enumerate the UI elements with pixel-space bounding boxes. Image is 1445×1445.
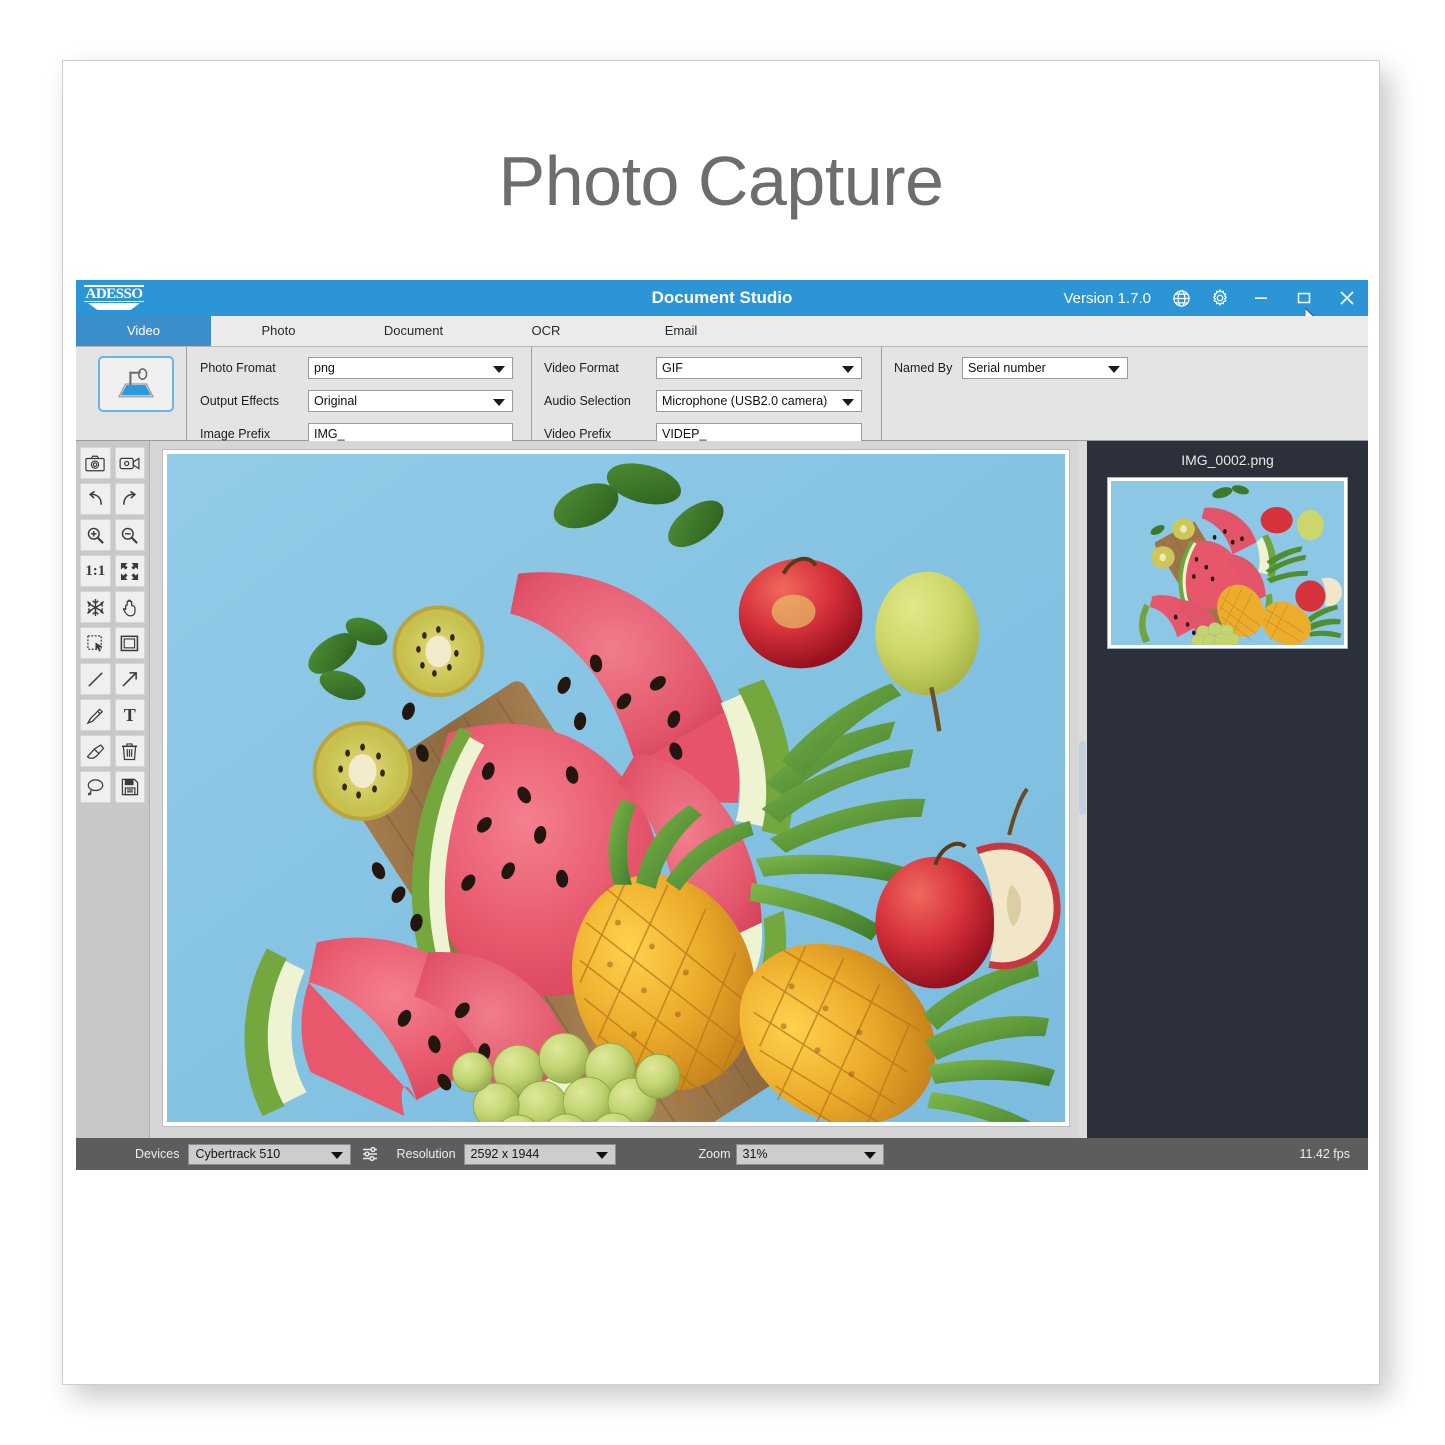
chevron-down-icon: [595, 1151, 608, 1159]
audio-selection-value: Microphone (USB2.0 camera): [662, 394, 828, 408]
eraser-tool-icon[interactable]: [80, 735, 111, 767]
maximize-icon[interactable]: [1291, 285, 1317, 311]
resolution-select[interactable]: 2592 x 1944: [463, 1143, 616, 1165]
captured-files-panel: IMG_0002.png: [1087, 441, 1368, 1138]
audio-selection-select[interactable]: Microphone (USB2.0 camera): [656, 390, 862, 412]
gear-icon[interactable]: [1209, 287, 1231, 309]
status-bar: Devices Cybertrack 510 Resolution 2592 x…: [76, 1138, 1368, 1170]
capture-settings-panel: Photo Fromat png Output Effects Original…: [76, 347, 1369, 445]
page-title: Photo Capture: [498, 142, 944, 220]
close-icon[interactable]: [1334, 285, 1360, 311]
workspace: 1:1 T IMG_0002.png: [76, 441, 1368, 1138]
named-by-select[interactable]: Serial number: [962, 357, 1128, 379]
output-effects-label: Output Effects: [200, 394, 279, 408]
capture-photo-icon[interactable]: [80, 447, 111, 479]
redo-icon[interactable]: [114, 483, 145, 515]
pan-hand-icon[interactable]: [114, 591, 145, 623]
globe-icon[interactable]: [1170, 287, 1192, 309]
document-studio-window: ADESSO Document Studio Version 1.7.0 Vid…: [76, 280, 1369, 1170]
video-format-select[interactable]: GIF: [656, 357, 862, 379]
named-by-value: Serial number: [968, 361, 1046, 375]
line-tool-icon[interactable]: [80, 663, 111, 695]
device-value: Cybertrack 510: [195, 1147, 281, 1161]
sliders-icon[interactable]: [361, 1145, 379, 1163]
text-tool-icon[interactable]: T: [114, 699, 145, 731]
editing-toolbar: 1:1 T: [76, 441, 150, 1138]
zoom-select[interactable]: 31%: [735, 1143, 884, 1165]
tab-document[interactable]: Document: [346, 316, 481, 346]
tab-video[interactable]: Video: [76, 316, 211, 346]
camera-preview-image[interactable]: [167, 454, 1065, 1122]
save-icon[interactable]: [114, 771, 145, 803]
actual-size-label: 1:1: [85, 562, 106, 579]
chevron-down-icon: [842, 366, 854, 373]
photo-format-select[interactable]: png: [308, 357, 513, 379]
main-tabstrip: Video Photo Document OCR Email: [76, 316, 1368, 347]
chevron-down-icon: [493, 399, 505, 406]
video-format-value: GIF: [662, 361, 683, 375]
thumbnail-filename: IMG_0002.png: [1181, 452, 1274, 468]
photo-settings-group: Photo Fromat png Output Effects Original…: [186, 347, 532, 445]
video-format-label: Video Format: [544, 361, 619, 375]
thumbnail-item[interactable]: [1107, 477, 1348, 649]
zoom-value: 31%: [742, 1147, 768, 1161]
record-video-icon[interactable]: [114, 447, 145, 479]
zoom-in-icon[interactable]: [80, 519, 111, 551]
live-preview-area: [150, 441, 1087, 1138]
tab-ocr[interactable]: OCR: [481, 316, 611, 346]
device-select[interactable]: Cybertrack 510: [188, 1143, 352, 1165]
titlebar-controls: Version 1.7.0: [1063, 280, 1360, 316]
named-by-label: Named By: [894, 361, 953, 375]
chevron-down-icon: [331, 1151, 344, 1159]
delete-icon[interactable]: [114, 735, 145, 767]
undo-icon[interactable]: [80, 483, 111, 515]
actual-size-icon[interactable]: 1:1: [80, 555, 111, 587]
preview-vertical-scrollbar[interactable]: [1078, 441, 1087, 1138]
naming-settings-group: Named By Serial number: [881, 347, 1369, 440]
fit-screen-icon[interactable]: [114, 555, 145, 587]
resolution-value: 2592 x 1944: [470, 1147, 540, 1161]
photo-format-label: Photo Fromat: [200, 361, 276, 375]
freeze-icon[interactable]: [80, 591, 111, 623]
resolution-label: Resolution: [396, 1147, 456, 1161]
video-prefix-label: Video Prefix: [544, 427, 612, 441]
chevron-down-icon: [863, 1151, 876, 1159]
minimize-icon[interactable]: [1248, 285, 1274, 311]
photo-format-value: png: [314, 361, 335, 375]
text-tool-label: T: [123, 704, 136, 725]
video-settings-group: Video Format GIF Audio Selection Microph…: [531, 347, 882, 445]
fps-readout: 11.42 fps: [1299, 1147, 1350, 1161]
chevron-down-icon: [1108, 366, 1120, 373]
chevron-down-icon: [493, 366, 505, 373]
devices-label: Devices: [135, 1147, 180, 1161]
document-page: Photo Capture ADESSO Document Studio Ver…: [62, 60, 1380, 1385]
window-titlebar: ADESSO Document Studio Version 1.7.0: [76, 280, 1368, 329]
scrollbar-thumb[interactable]: [1079, 741, 1086, 815]
arrow-tool-icon[interactable]: [114, 663, 145, 695]
pencil-tool-icon[interactable]: [80, 699, 111, 731]
output-effects-value: Original: [314, 394, 358, 408]
audio-selection-label: Audio Selection: [544, 394, 631, 408]
marquee-select-icon[interactable]: [80, 627, 111, 659]
image-prefix-label: Image Prefix: [200, 427, 271, 441]
zoom-out-icon[interactable]: [114, 519, 145, 551]
tab-email[interactable]: Email: [611, 316, 751, 346]
chevron-down-icon: [842, 399, 854, 406]
scanner-stand-icon[interactable]: [98, 356, 174, 412]
zoom-label: Zoom: [698, 1147, 731, 1161]
thumbnail-image: [1111, 481, 1344, 645]
lasso-tool-icon[interactable]: [80, 771, 111, 803]
preview-frame: [162, 449, 1070, 1127]
tab-photo[interactable]: Photo: [211, 316, 346, 346]
rectangle-shape-icon[interactable]: [114, 627, 145, 659]
version-label: Version 1.7.0: [1063, 289, 1151, 307]
output-effects-select[interactable]: Original: [308, 390, 513, 412]
